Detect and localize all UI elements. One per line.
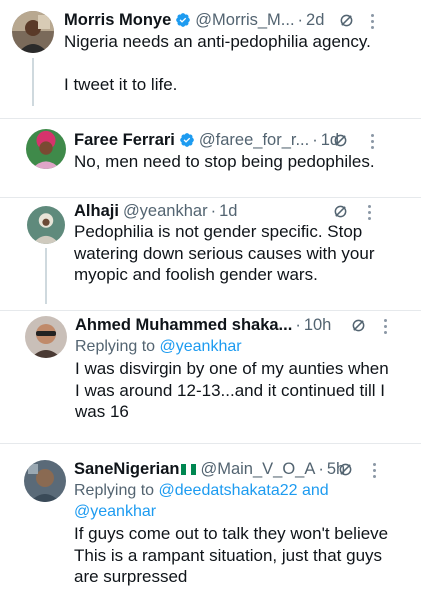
replying-to-label: Replying to — [75, 338, 156, 355]
tweet-text-line: If guys come out to talk they won't beli… — [74, 524, 389, 543]
avatar[interactable] — [12, 11, 54, 53]
tweet-text-line: I was around 12-13...and it continued ti… — [75, 380, 385, 400]
tweet-faree-ferrari[interactable]: Faree Ferrari @faree_for_r... · 1d No, m… — [0, 119, 421, 197]
more-options-icon[interactable] — [382, 319, 388, 335]
more-options-icon[interactable] — [371, 463, 377, 479]
tweet-text: No, men need to stop being pedophiles. — [74, 151, 375, 173]
grok-icon[interactable] — [333, 204, 348, 219]
tweet-header: SaneNigerian @Main_V_O_A · 5h — [74, 459, 345, 479]
separator-dot: · — [318, 460, 324, 478]
tweet-text-line: I was disvirgin by one of my aunties whe… — [75, 359, 389, 378]
avatar[interactable] — [24, 460, 66, 502]
mention-link[interactable]: @yeankhar — [160, 338, 242, 355]
tweet-header: Morris Monye @Morris_M... · 2d — [64, 10, 324, 30]
display-name[interactable]: Faree Ferrari — [74, 130, 175, 150]
tweet-morris-monye[interactable]: Morris Monye @Morris_M... · 2d Nigeria n… — [0, 0, 421, 118]
tweet-text-line — [64, 53, 371, 75]
tweet-text-line: This is a rampant situation, just that g… — [74, 545, 383, 565]
tweet-text-line: Pedophilia is not gender specific. Stop — [74, 222, 363, 241]
tweet-text-line: was 16 — [75, 402, 129, 421]
grok-icon[interactable] — [339, 13, 354, 28]
tweet-header: Ahmed Muhammed shaka... · 10h — [75, 315, 331, 335]
replying-to-and: and — [301, 482, 329, 499]
verified-badge-icon — [175, 12, 191, 28]
timestamp[interactable]: 2d — [306, 10, 324, 30]
separator-dot: · — [312, 131, 318, 149]
tweet-ahmed-muhammed[interactable]: Ahmed Muhammed shaka... · 10h Replying t… — [0, 311, 421, 443]
grok-icon[interactable] — [338, 462, 353, 477]
tweet-text-line: are surpressed — [74, 567, 188, 586]
tweet-text: Pedophilia is not gender specific. Stop … — [74, 221, 374, 286]
tweet-header: Alhaji @yeankhar · 1d — [74, 201, 237, 221]
tweet-text-line: I tweet it to life. — [64, 75, 178, 94]
grok-icon[interactable] — [351, 318, 366, 333]
avatar[interactable] — [26, 129, 66, 169]
replying-to: Replying to @yeankhar — [75, 336, 242, 357]
separator-dot: · — [295, 316, 301, 334]
tweet-text-line: myopic and foolish gender wars. — [74, 265, 318, 284]
more-options-icon[interactable] — [366, 205, 372, 221]
replying-to: Replying to @deedatshakata22 and @yeankh… — [74, 480, 329, 522]
avatar[interactable] — [27, 206, 65, 244]
verified-badge-icon — [179, 132, 195, 148]
tweet-text-line: Nigeria needs an anti-pedophilia agency. — [64, 32, 371, 51]
handle[interactable]: @yeankhar — [123, 201, 208, 221]
tweet-text: If guys come out to talk they won't beli… — [74, 523, 388, 588]
more-options-icon[interactable] — [369, 134, 375, 150]
separator-dot: · — [297, 11, 304, 29]
timestamp[interactable]: 10h — [304, 315, 332, 335]
timestamp[interactable]: 1d — [219, 201, 237, 221]
display-name[interactable]: Morris Monye — [64, 10, 171, 30]
display-name[interactable]: SaneNigerian — [74, 459, 179, 479]
mention-link[interactable]: @yeankhar — [74, 503, 156, 520]
separator-dot: · — [210, 202, 217, 220]
tweet-sanenigerian[interactable]: SaneNigerian @Main_V_O_A · 5h Replying t… — [0, 444, 421, 591]
more-options-icon[interactable] — [369, 14, 375, 30]
tweet-text-line: watering down serious causes with your — [74, 243, 375, 263]
tweet-alhaji[interactable]: Alhaji @yeankhar · 1d Pedophilia is not … — [0, 198, 421, 310]
grok-icon[interactable] — [333, 133, 348, 148]
handle[interactable]: @faree_for_r... — [199, 130, 309, 150]
replying-to-label: Replying to — [74, 482, 155, 499]
tweet-text: I was disvirgin by one of my aunties whe… — [75, 358, 389, 423]
display-name[interactable]: Alhaji — [74, 201, 119, 221]
handle[interactable]: @Morris_M... — [195, 10, 294, 30]
tweet-text-line: No, men need to stop being pedophiles. — [74, 152, 375, 171]
thread-line — [45, 248, 47, 304]
handle[interactable]: @Main_V_O_A — [200, 459, 315, 479]
mention-link[interactable]: @deedatshakata22 — [159, 482, 298, 499]
tweet-text: Nigeria needs an anti-pedophilia agency.… — [64, 31, 371, 96]
display-name[interactable]: Ahmed Muhammed shaka... — [75, 315, 292, 335]
thread-line — [32, 58, 34, 106]
tweet-header: Faree Ferrari @faree_for_r... · 1d — [74, 130, 339, 150]
nigeria-flag-icon — [181, 463, 197, 475]
avatar[interactable] — [25, 316, 67, 358]
